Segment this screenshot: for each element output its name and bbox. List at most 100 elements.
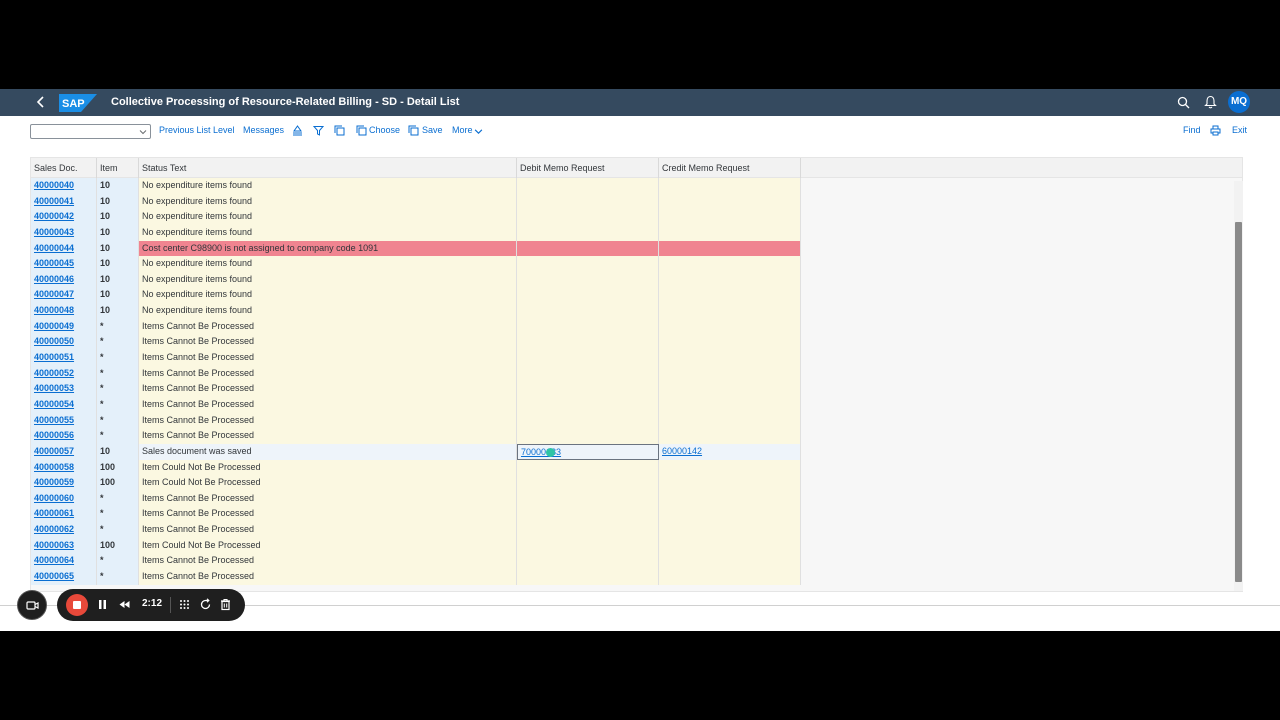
- debit-memo-request-cell[interactable]: [517, 365, 659, 382]
- credit-memo-request-cell[interactable]: [659, 506, 801, 523]
- pause-icon[interactable]: [96, 598, 109, 611]
- debit-memo-request-cell[interactable]: [517, 506, 659, 523]
- sales-doc-link[interactable]: 40000052: [31, 365, 97, 382]
- credit-memo-request-cell[interactable]: [659, 178, 801, 194]
- sales-doc-link[interactable]: 40000051: [31, 350, 97, 366]
- user-avatar[interactable]: MQ: [1228, 91, 1250, 113]
- sales-doc-link[interactable]: 40000058: [31, 459, 97, 476]
- debit-memo-request-cell[interactable]: [517, 178, 659, 194]
- sap-logo[interactable]: SAP: [59, 94, 97, 112]
- debit-memo-request-cell[interactable]: [517, 350, 659, 366]
- debit-memo-request-cell[interactable]: [517, 428, 659, 444]
- sales-doc-link[interactable]: 40000049: [31, 318, 97, 335]
- filter-icon[interactable]: [313, 125, 324, 136]
- table-row[interactable]: 40000047 10 No expenditure items found: [31, 287, 801, 304]
- previous-list-level-button[interactable]: Previous List Level: [159, 125, 235, 135]
- table-row[interactable]: 40000051 * Items Cannot Be Processed: [31, 350, 801, 366]
- credit-memo-request-cell[interactable]: [659, 303, 801, 319]
- sales-doc-link[interactable]: 40000043: [31, 224, 97, 241]
- sales-doc-link[interactable]: 40000042: [31, 209, 97, 225]
- table-row[interactable]: 40000054 * Items Cannot Be Processed: [31, 396, 801, 413]
- credit-memo-request-cell[interactable]: [659, 475, 801, 491]
- camera-button[interactable]: [17, 590, 47, 620]
- sales-doc-link[interactable]: 40000065: [31, 569, 97, 585]
- rewind-icon[interactable]: [118, 598, 131, 611]
- sales-doc-link[interactable]: 40000050: [31, 334, 97, 351]
- credit-memo-request-cell[interactable]: [659, 256, 801, 272]
- debit-memo-request-cell[interactable]: [517, 334, 659, 351]
- table-row[interactable]: 40000046 10 No expenditure items found: [31, 271, 801, 288]
- table-row[interactable]: 40000049 * Items Cannot Be Processed: [31, 318, 801, 335]
- credit-memo-request-cell[interactable]: [659, 224, 801, 241]
- credit-memo-request-cell[interactable]: [659, 553, 801, 570]
- sales-doc-link[interactable]: 40000046: [31, 271, 97, 288]
- credit-memo-request-cell[interactable]: 60000142: [659, 443, 801, 460]
- table-row[interactable]: 40000056 * Items Cannot Be Processed: [31, 428, 801, 444]
- debit-memo-request-cell[interactable]: [517, 475, 659, 491]
- credit-memo-request-cell[interactable]: [659, 396, 801, 413]
- exit-button[interactable]: Exit: [1232, 125, 1247, 135]
- sales-doc-link[interactable]: 40000044: [31, 240, 97, 257]
- credit-memo-request-cell[interactable]: [659, 412, 801, 429]
- credit-memo-request-cell[interactable]: [659, 193, 801, 210]
- debit-memo-request-cell[interactable]: [517, 522, 659, 538]
- debit-memo-request-cell[interactable]: 70000183: [517, 443, 659, 460]
- trash-icon[interactable]: [219, 598, 232, 611]
- sales-doc-link[interactable]: 40000062: [31, 522, 97, 538]
- table-row[interactable]: 40000040 10 No expenditure items found: [31, 178, 801, 194]
- table-row[interactable]: 40000065 * Items Cannot Be Processed: [31, 569, 801, 585]
- grid-icon[interactable]: [178, 598, 191, 611]
- more-button[interactable]: More: [452, 125, 473, 135]
- table-row[interactable]: 40000042 10 No expenditure items found: [31, 209, 801, 225]
- restart-icon[interactable]: [199, 598, 212, 611]
- debit-memo-request-cell[interactable]: [517, 256, 659, 272]
- search-icon[interactable]: [1177, 96, 1190, 109]
- column-header[interactable]: Sales Doc.: [31, 158, 97, 178]
- debit-memo-request-cell[interactable]: [517, 303, 659, 319]
- table-row[interactable]: 40000060 * Items Cannot Be Processed: [31, 490, 801, 507]
- sales-doc-link[interactable]: 40000064: [31, 553, 97, 570]
- print-icon[interactable]: [1210, 125, 1221, 136]
- sales-doc-link[interactable]: 40000060: [31, 490, 97, 507]
- credit-memo-request-cell[interactable]: [659, 569, 801, 585]
- copy-icon[interactable]: [334, 125, 345, 136]
- sales-doc-link[interactable]: 40000057: [31, 443, 97, 460]
- table-row[interactable]: 40000063 100 Item Could Not Be Processed: [31, 537, 801, 554]
- variant-select[interactable]: [30, 124, 151, 139]
- credit-memo-request-cell[interactable]: [659, 287, 801, 304]
- credit-memo-request-cell[interactable]: [659, 522, 801, 538]
- sales-doc-link[interactable]: 40000056: [31, 428, 97, 444]
- debit-memo-request-cell[interactable]: [517, 381, 659, 397]
- column-header[interactable]: Credit Memo Request: [659, 158, 801, 178]
- debit-memo-request-cell[interactable]: [517, 287, 659, 304]
- table-row[interactable]: 40000055 * Items Cannot Be Processed: [31, 412, 801, 429]
- table-row[interactable]: 40000062 * Items Cannot Be Processed: [31, 522, 801, 538]
- debit-memo-request-cell[interactable]: [517, 224, 659, 241]
- credit-memo-request-cell[interactable]: [659, 365, 801, 382]
- sales-doc-link[interactable]: 40000047: [31, 287, 97, 304]
- debit-memo-request-cell[interactable]: [517, 569, 659, 585]
- debit-memo-request-cell[interactable]: [517, 193, 659, 210]
- sales-doc-link[interactable]: 40000040: [31, 178, 97, 194]
- find-button[interactable]: Find: [1183, 125, 1201, 135]
- save-button[interactable]: Save: [422, 125, 443, 135]
- column-header[interactable]: Debit Memo Request: [517, 158, 659, 178]
- back-icon[interactable]: [34, 95, 48, 109]
- table-row[interactable]: 40000052 * Items Cannot Be Processed: [31, 365, 801, 382]
- table-row[interactable]: 40000059 100 Item Could Not Be Processed: [31, 475, 801, 491]
- table-row[interactable]: 40000041 10 No expenditure items found: [31, 193, 801, 210]
- sales-doc-link[interactable]: 40000063: [31, 537, 97, 554]
- credit-memo-request-cell[interactable]: [659, 459, 801, 476]
- debit-memo-request-cell[interactable]: [517, 209, 659, 225]
- table-row[interactable]: 40000064 * Items Cannot Be Processed: [31, 553, 801, 570]
- credit-memo-request-cell[interactable]: [659, 381, 801, 397]
- debit-memo-request-cell[interactable]: [517, 240, 659, 257]
- column-header[interactable]: Status Text: [139, 158, 517, 178]
- credit-memo-request-cell[interactable]: [659, 490, 801, 507]
- notification-bell-icon[interactable]: [1204, 95, 1217, 109]
- credit-memo-request-cell[interactable]: [659, 271, 801, 288]
- sales-doc-link[interactable]: 40000048: [31, 303, 97, 319]
- scrollbar-thumb[interactable]: [1235, 222, 1242, 582]
- credit-memo-request-cell[interactable]: [659, 350, 801, 366]
- sales-doc-link[interactable]: 40000061: [31, 506, 97, 523]
